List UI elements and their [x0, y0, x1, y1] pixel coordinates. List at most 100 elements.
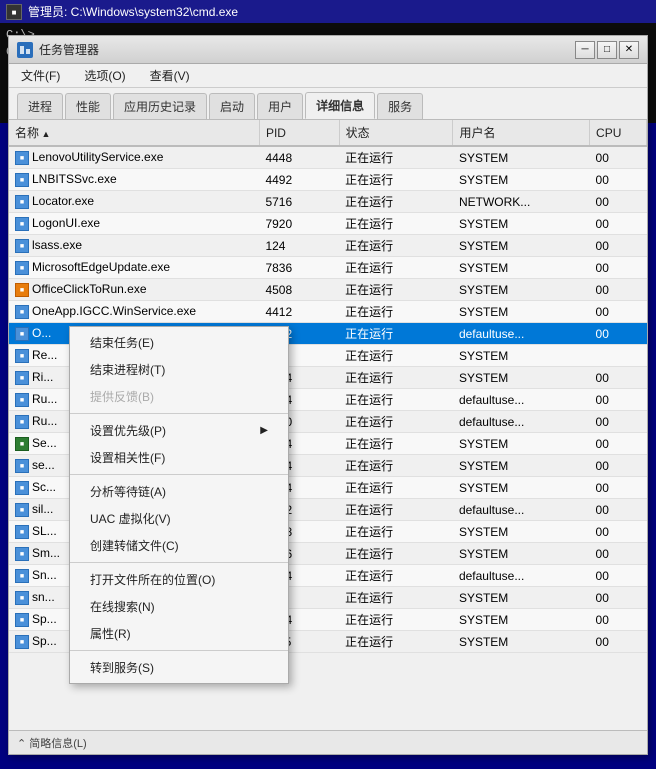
cell-name: ■LNBITSSvc.exe — [9, 169, 259, 191]
table-row[interactable]: ■Locator.exe 5716 正在运行 NETWORK... 00 — [9, 191, 647, 213]
context-menu-item[interactable]: 属性(R) — [70, 620, 288, 647]
context-menu-item[interactable]: 结束进程树(T) — [70, 356, 288, 383]
cell-status: 正在运行 — [339, 345, 453, 367]
process-icon: ■ — [15, 217, 29, 231]
maximize-button[interactable]: □ — [597, 41, 617, 59]
process-icon: ■ — [15, 371, 29, 385]
process-icon: ■ — [15, 415, 29, 429]
cell-user: SYSTEM — [453, 213, 590, 235]
cell-status: 正在运行 — [339, 323, 453, 345]
context-menu-item[interactable]: 分析等待链(A) — [70, 478, 288, 505]
tab-process[interactable]: 进程 — [17, 93, 63, 119]
process-icon: ■ — [15, 173, 29, 187]
cell-status: 正在运行 — [339, 587, 453, 609]
context-menu-item[interactable]: 创建转储文件(C) — [70, 532, 288, 559]
cell-pid: 4448 — [259, 146, 339, 169]
context-menu-label: 设置优先级(P) — [90, 422, 166, 439]
process-icon: ■ — [15, 613, 29, 627]
table-row[interactable]: ■MicrosoftEdgeUpdate.exe 7836 正在运行 SYSTE… — [9, 257, 647, 279]
process-icon: ■ — [15, 547, 29, 561]
process-icon: ■ — [15, 591, 29, 605]
col-pid[interactable]: PID — [259, 120, 339, 146]
process-icon: ■ — [15, 239, 29, 253]
process-icon: ■ — [15, 635, 29, 649]
process-icon: ■ — [15, 525, 29, 539]
col-user[interactable]: 用户名 — [453, 120, 590, 146]
cell-status: 正在运行 — [339, 521, 453, 543]
cell-user: defaultuse... — [453, 323, 590, 345]
context-menu-item[interactable]: 结束任务(E) — [70, 329, 288, 356]
context-menu-item[interactable]: 设置优先级(P)▶ — [70, 417, 288, 444]
process-icon: ■ — [15, 393, 29, 407]
process-icon: ■ — [15, 481, 29, 495]
context-menu-label: 结束进程树(T) — [90, 361, 165, 378]
cell-user: SYSTEM — [453, 455, 590, 477]
context-menu-item[interactable]: 设置相关性(F) — [70, 444, 288, 471]
context-menu-item[interactable]: 在线搜索(N) — [70, 593, 288, 620]
tab-users[interactable]: 用户 — [257, 93, 303, 119]
cell-name: ■LenovoUtilityService.exe — [9, 146, 259, 169]
minimize-button[interactable]: ─ — [575, 41, 595, 59]
context-menu-item[interactable]: 转到服务(S) — [70, 654, 288, 681]
cell-status: 正在运行 — [339, 411, 453, 433]
context-menu-separator — [70, 562, 288, 563]
close-button[interactable]: ✕ — [619, 41, 639, 59]
tab-startup[interactable]: 启动 — [209, 93, 255, 119]
cell-user: SYSTEM — [453, 609, 590, 631]
cell-name: ■OneApp.IGCC.WinService.exe — [9, 301, 259, 323]
cell-pid: 4492 — [259, 169, 339, 191]
context-menu-label: 在线搜索(N) — [90, 598, 155, 615]
tab-performance[interactable]: 性能 — [65, 93, 111, 119]
menu-view[interactable]: 查看(V) — [146, 66, 194, 85]
cell-cpu: 00 — [590, 477, 647, 499]
cell-user: SYSTEM — [453, 521, 590, 543]
cell-user: SYSTEM — [453, 587, 590, 609]
process-icon: ■ — [15, 349, 29, 363]
cell-cpu: 00 — [590, 433, 647, 455]
tab-services[interactable]: 服务 — [377, 93, 423, 119]
context-menu-separator — [70, 650, 288, 651]
cell-status: 正在运行 — [339, 213, 453, 235]
tabbar: 进程 性能 应用历史记录 启动 用户 详细信息 服务 — [9, 88, 647, 120]
table-row[interactable]: ■OfficeClickToRun.exe 4508 正在运行 SYSTEM 0… — [9, 279, 647, 301]
table-row[interactable]: ■LogonUI.exe 7920 正在运行 SYSTEM 00 — [9, 213, 647, 235]
cell-cpu: 00 — [590, 565, 647, 587]
menu-options[interactable]: 选项(O) — [80, 66, 129, 85]
menu-file[interactable]: 文件(F) — [17, 66, 64, 85]
menubar: 文件(F) 选项(O) 查看(V) — [9, 64, 647, 88]
table-row[interactable]: ■lsass.exe 124 正在运行 SYSTEM 00 — [9, 235, 647, 257]
cell-status: 正在运行 — [339, 257, 453, 279]
table-row[interactable]: ■LenovoUtilityService.exe 4448 正在运行 SYST… — [9, 146, 647, 169]
col-cpu[interactable]: CPU — [590, 120, 647, 146]
context-menu-item[interactable]: 打开文件所在的位置(O) — [70, 566, 288, 593]
col-status[interactable]: 状态 — [339, 120, 453, 146]
cell-name: ■LogonUI.exe — [9, 213, 259, 235]
table-row[interactable]: ■OneApp.IGCC.WinService.exe 4412 正在运行 SY… — [9, 301, 647, 323]
cmd-title: 管理员: C:\Windows\system32\cmd.exe — [28, 3, 238, 20]
context-menu-separator — [70, 413, 288, 414]
cell-status: 正在运行 — [339, 169, 453, 191]
cell-status: 正在运行 — [339, 477, 453, 499]
cell-status: 正在运行 — [339, 279, 453, 301]
col-name[interactable]: 名称 — [9, 120, 259, 146]
cell-status: 正在运行 — [339, 543, 453, 565]
tab-details[interactable]: 详细信息 — [305, 92, 375, 119]
cell-cpu: 00 — [590, 411, 647, 433]
context-menu-item: 提供反馈(B) — [70, 383, 288, 410]
statusbar-text: ⌃ 简略信息(L) — [17, 735, 87, 751]
cell-user: SYSTEM — [453, 301, 590, 323]
cell-user: defaultuse... — [453, 411, 590, 433]
cell-cpu: 00 — [590, 455, 647, 477]
taskmanager-window: 任务管理器 ─ □ ✕ 文件(F) 选项(O) 查看(V) 进程 性能 应用历史… — [8, 35, 648, 755]
cell-pid: 5716 — [259, 191, 339, 213]
cell-user: SYSTEM — [453, 169, 590, 191]
cell-status: 正在运行 — [339, 499, 453, 521]
process-icon: ■ — [15, 327, 29, 341]
tab-app-history[interactable]: 应用历史记录 — [113, 93, 207, 119]
process-icon: ■ — [15, 459, 29, 473]
statusbar: ⌃ 简略信息(L) — [9, 730, 647, 754]
table-row[interactable]: ■LNBITSSvc.exe 4492 正在运行 SYSTEM 00 — [9, 169, 647, 191]
context-menu-item[interactable]: UAC 虚拟化(V) — [70, 505, 288, 532]
context-menu-label: 设置相关性(F) — [90, 449, 165, 466]
cell-cpu: 00 — [590, 213, 647, 235]
